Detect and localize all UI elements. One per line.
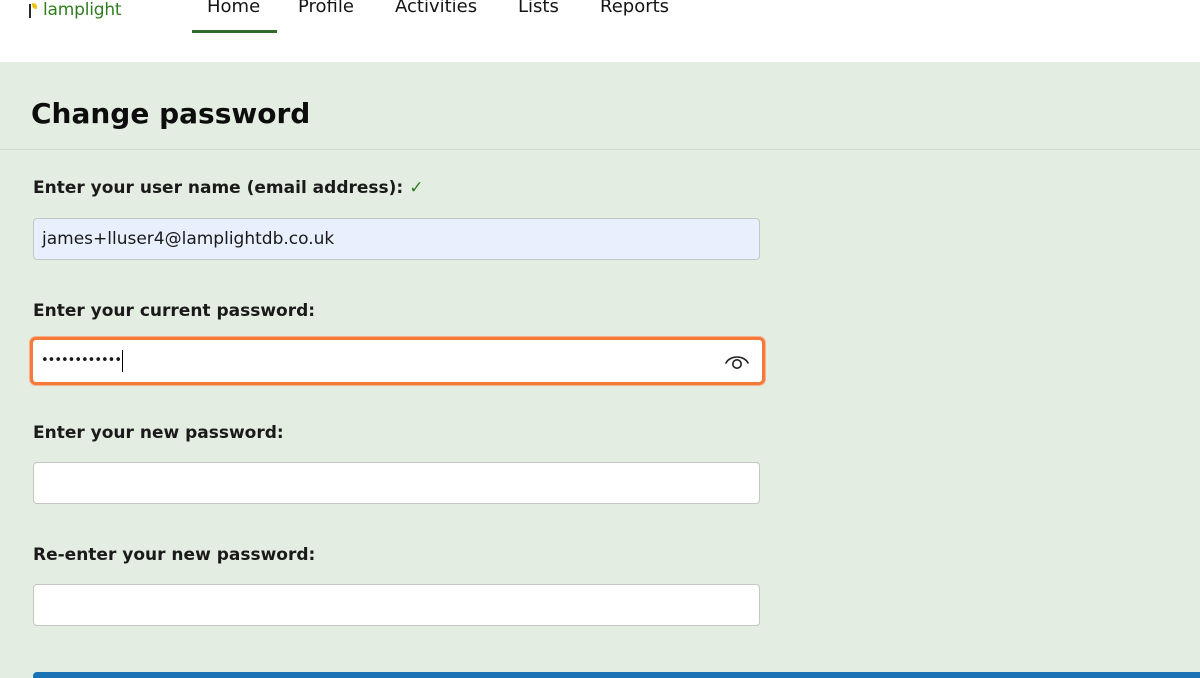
page-title: Change password bbox=[31, 97, 311, 130]
top-navigation-bar: lamplight Home Profile Activities Lists … bbox=[0, 0, 1200, 62]
confirm-password-label: Re-enter your new password: bbox=[33, 545, 316, 565]
current-password-input[interactable]: •••••••••••• bbox=[30, 337, 765, 385]
checkmark-icon: ✓ bbox=[409, 178, 424, 198]
new-password-input[interactable] bbox=[33, 462, 760, 504]
current-password-label: Enter your current password: bbox=[33, 301, 316, 321]
nav-item-activities[interactable]: Activities bbox=[395, 0, 477, 17]
username-label: Enter your user name (email address): ✓ bbox=[33, 178, 423, 198]
text-caret bbox=[122, 350, 124, 372]
nav-item-profile[interactable]: Profile bbox=[298, 0, 354, 17]
username-input[interactable]: james+lluser4@lamplightdb.co.uk bbox=[33, 218, 760, 260]
active-nav-indicator bbox=[192, 30, 277, 33]
nav-item-home[interactable]: Home bbox=[207, 0, 260, 17]
username-label-text: Enter your user name (email address): bbox=[33, 178, 404, 198]
nav-item-reports[interactable]: Reports bbox=[600, 0, 669, 17]
submit-button[interactable] bbox=[33, 672, 1200, 678]
confirm-password-input[interactable] bbox=[33, 584, 760, 626]
current-password-value: •••••••••••• bbox=[41, 353, 122, 368]
nav-item-lists[interactable]: Lists bbox=[518, 0, 559, 17]
main-nav: Home Profile Activities Lists Reports bbox=[0, 0, 1200, 62]
username-value: james+lluser4@lamplightdb.co.uk bbox=[42, 229, 335, 249]
new-password-label: Enter your new password: bbox=[33, 423, 284, 443]
eye-icon[interactable] bbox=[724, 350, 750, 372]
page-header: Change password bbox=[0, 62, 1200, 150]
